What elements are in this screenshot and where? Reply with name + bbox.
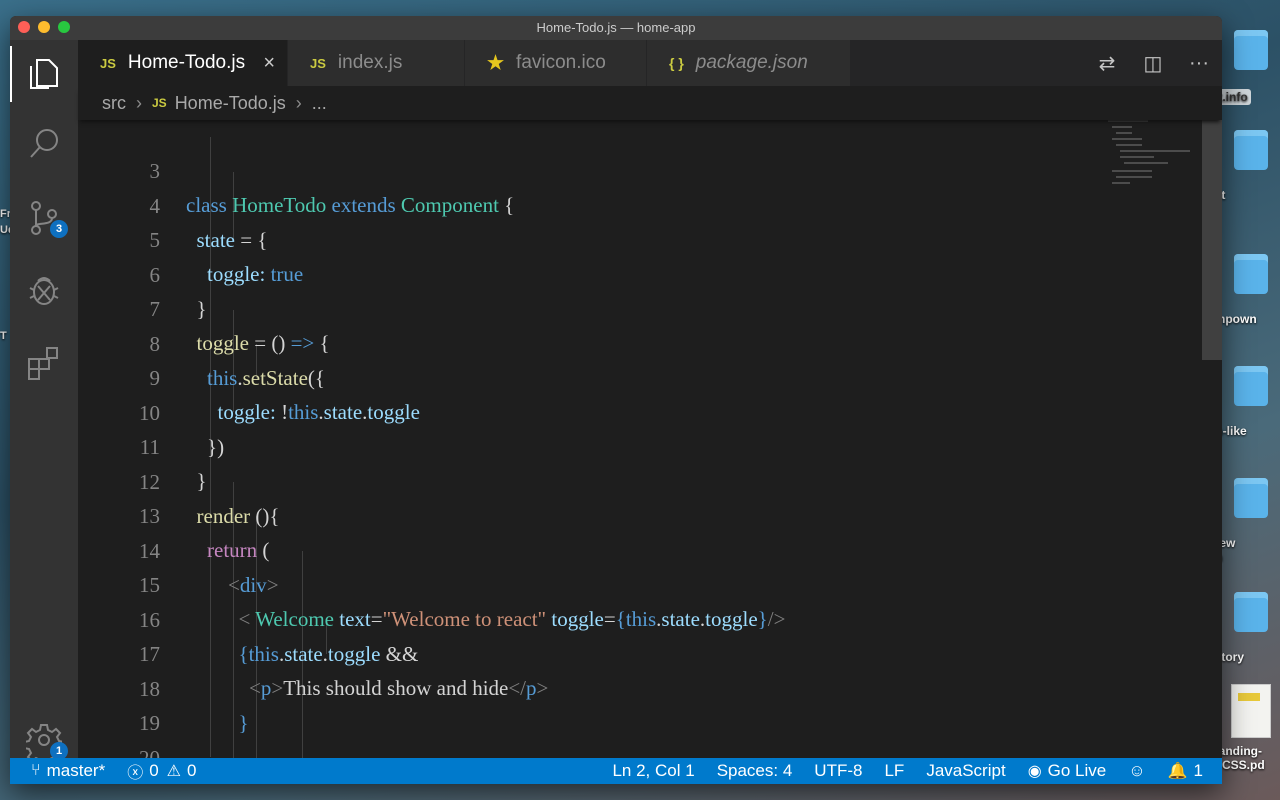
error-count: 0 [149,761,159,780]
encoding-status[interactable]: UTF-8 [803,761,873,781]
desktop-folder-3[interactable]: ampown [1208,254,1280,326]
debug-button[interactable] [10,262,78,318]
window-title: Home-Todo.js — home-app [536,20,696,35]
tab-label: index.js [337,52,403,73]
js-file-icon: JS [152,96,167,110]
folder-icon [1234,30,1268,70]
indentation-status[interactable]: Spaces: 4 [706,761,804,781]
folder-icon [1234,254,1268,294]
code-line: 20 <button onClick={this.toggle}>Show / … [78,707,1198,759]
search-icon [30,129,58,158]
error-icon: ⓧ [127,765,144,782]
split-editor-icon[interactable]: ◫ [1130,51,1176,76]
desktop-folder-6[interactable]: actory [1208,592,1280,664]
language-mode[interactable]: JavaScript [915,761,1016,781]
code-line: 4 state = { [78,155,1198,252]
code-line: 11 } [78,396,1198,493]
editor-actions: ⇄ ◫ ··· [1084,40,1222,86]
js-file-icon: JS [100,55,116,71]
code-line: 6 } [78,224,1198,321]
breadcrumb: src › JS Home-Todo.js › ... [78,86,1222,120]
smiley-icon: ☺ [1128,761,1146,780]
feedback-button[interactable]: ☺ [1117,761,1156,781]
folder-icon [1234,478,1268,518]
code-line: 16 {this.state.toggle && [78,569,1198,666]
warning-count: 0 [187,761,197,780]
desktop-folder-2[interactable]: ect [1208,130,1280,202]
broadcast-icon: ◉ [1027,763,1042,780]
warning-icon: ⚠ [166,763,182,780]
code-line: 17 <p>This should show and hide</p> [78,603,1198,700]
code-line: 19 [78,672,1198,735]
branch-status[interactable]: ⑂ master* [20,761,116,781]
notification-count: 1 [1193,761,1203,780]
search-button[interactable] [10,116,78,172]
more-actions-icon[interactable]: ··· [1176,52,1222,75]
tab-label: Home-Todo.js [127,52,246,73]
star-icon: ★ [487,52,505,74]
folder-icon [1234,366,1268,406]
js-file-icon: JS [310,55,326,71]
activity-bar: 3 1 [10,40,78,760]
code-line: 5 toggle: true [78,189,1198,286]
code-line: 9 toggle: !this.state.toggle [78,327,1198,424]
eol-status[interactable]: LF [873,761,915,781]
tab-label: package.json [695,52,808,73]
git-branch-icon: ⑂ [31,762,41,779]
vertical-scrollbar[interactable] [1202,120,1222,360]
vscode-window: Home-Todo.js — home-app 3 1 JS Home-Todo… [10,16,1222,784]
problems-status[interactable]: ⓧ 0 ⚠ 0 [116,759,207,783]
code-line: 12 render (){ [78,431,1198,528]
chevron-right-icon: › [295,92,302,113]
code-editor[interactable]: 3 class HomeTodo extends Component { 4 s… [78,120,1222,758]
code-line: 13 return ( [78,465,1198,562]
folder-icon [1234,592,1268,632]
files-icon [30,59,58,89]
tab-favicon[interactable]: ★ favicon.ico [465,40,647,86]
line-number: 20 [139,745,160,759]
notifications-button[interactable]: 🔔 1 [1157,761,1214,781]
breadcrumb-folder[interactable]: src [102,93,126,114]
desktop-folder-4[interactable]: un-like [1208,366,1280,438]
extensions-button[interactable] [10,334,78,390]
compare-changes-icon[interactable]: ⇄ [1084,51,1130,76]
go-live-label: Go Live [1047,761,1107,780]
code-line: 14 <div> [78,500,1198,597]
explorer-button[interactable] [10,46,78,102]
minimap[interactable] [1108,120,1198,200]
code-line: 15 < Welcome text="Welcome to react" tog… [78,534,1198,631]
tab-index[interactable]: JS index.js [288,40,465,86]
cursor-position[interactable]: Ln 2, Col 1 [601,761,705,781]
bell-icon: 🔔 [1167,763,1188,780]
breadcrumb-file[interactable]: Home-Todo.js [175,93,286,114]
folder-icon [1234,130,1268,170]
code-line: 10 }) [78,362,1198,459]
scm-count-badge: 3 [50,220,68,238]
desktop-folder-5[interactable]: -new on [1208,478,1280,564]
pdf-thumbnail-icon [1231,684,1271,738]
editor-tabs: JS Home-Todo.js × JS index.js ★ favicon.… [78,40,1222,86]
tab-label: favicon.ico [516,52,606,73]
tab-home-todo[interactable]: JS Home-Todo.js × [78,40,288,86]
close-icon[interactable]: × [263,52,275,75]
branch-name: master* [46,761,106,780]
code-line: 7 toggle = () => { [78,258,1198,355]
bug-icon [29,277,59,305]
extensions-icon [28,347,58,380]
tab-package-json[interactable]: { } package.json [647,40,851,86]
title-bar: Home-Todo.js — home-app [10,16,1222,40]
chevron-right-icon: › [136,92,142,113]
code-line: 8 this.setState({ [78,293,1198,390]
desktop-folder-1[interactable]: pt.info [1208,30,1280,105]
status-bar: ⑂ master* ⓧ 0 ⚠ 0 Ln 2, Col 1 Spaces: 4 … [10,758,1222,784]
code-line: 18 } [78,638,1198,735]
desktop-pdf[interactable]: standing- in CSS.pd [1208,684,1280,772]
source-control-button[interactable]: 3 [10,190,78,246]
go-live-button[interactable]: ◉ Go Live [1017,761,1118,781]
code-line: 3 class HomeTodo extends Component { [78,120,1198,217]
desktop-fragment-3: T [0,330,7,342]
breadcrumb-symbol[interactable]: ... [312,93,327,114]
json-file-icon: { } [669,55,684,71]
